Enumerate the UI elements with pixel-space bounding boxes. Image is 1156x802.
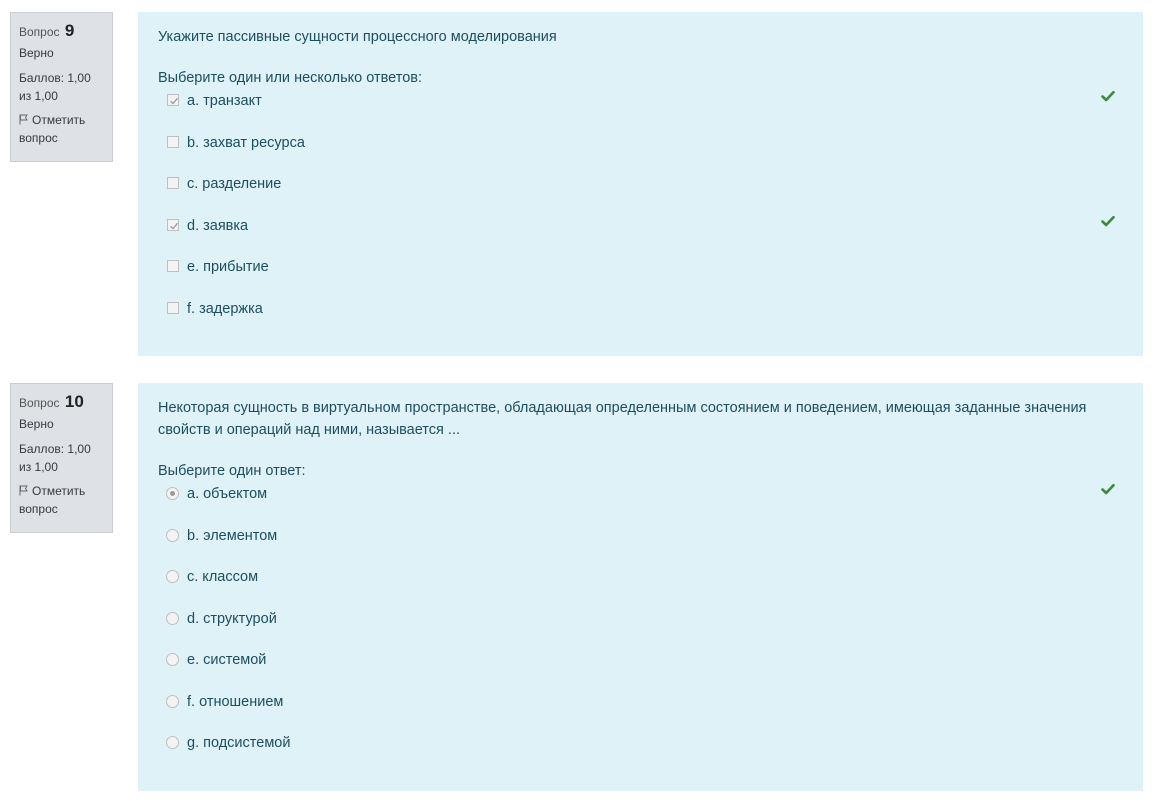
checkbox-checked[interactable] <box>167 218 179 231</box>
answer-label: e. прибытие <box>187 259 269 275</box>
question-state: Верно <box>19 46 54 60</box>
answer-option-checkbox[interactable]: e. прибытие <box>158 258 1123 300</box>
answer-label: f. отношением <box>187 693 284 710</box>
answer-label: c. разделение <box>187 176 282 192</box>
answer-option-checkbox[interactable]: f. задержка <box>158 300 1123 342</box>
radio-selected[interactable] <box>166 487 179 500</box>
flag-question-link[interactable]: Отметить вопрос <box>19 482 104 518</box>
answer-label: a. транзакт <box>187 93 262 109</box>
answer-option-radio[interactable]: d. структурой <box>158 610 1123 652</box>
flag-question-link[interactable]: Отметить вопрос <box>19 111 104 147</box>
check-icon <box>1101 214 1115 228</box>
answer-option-radio[interactable]: e. системой <box>158 651 1123 693</box>
question-info: Вопрос 9 Верно Баллов: 1,00 из 1,00 Отме… <box>10 12 113 162</box>
answer-label: f. задержка <box>187 300 263 317</box>
radio[interactable] <box>166 611 179 625</box>
checkbox-checked[interactable] <box>167 94 179 106</box>
check-icon <box>1101 89 1115 103</box>
answer-option-radio[interactable]: a. объектом <box>158 482 1123 527</box>
question-grade: Баллов: 1,00 из 1,00 <box>19 442 91 474</box>
answer-option-radio[interactable]: f. отношением <box>158 693 1123 735</box>
question-number: Вопрос 9 <box>19 21 75 40</box>
answer-option-radio[interactable]: b. элементом <box>158 527 1123 569</box>
checkbox[interactable] <box>167 260 179 272</box>
radio[interactable] <box>166 528 179 542</box>
answer-label: d. заявка <box>187 217 249 234</box>
radio[interactable] <box>166 653 179 666</box>
answer-label: d. структурой <box>187 610 277 627</box>
check-icon <box>1101 482 1115 496</box>
checkbox[interactable] <box>167 177 179 189</box>
answer-option-radio[interactable]: g. подсистемой <box>158 734 1123 776</box>
question-content: Укажите пассивные сущности процессного м… <box>138 12 1143 356</box>
radio[interactable] <box>166 694 179 708</box>
answer-list: a. транзакт b. захват ресурса c. разделени… <box>158 89 1123 342</box>
flag-icon <box>19 112 29 125</box>
question-number: Вопрос 10 <box>19 392 84 411</box>
flag-icon <box>19 483 29 496</box>
answer-option-checkbox[interactable]: d. заявка <box>158 214 1123 259</box>
answer-option-radio[interactable]: c. классом <box>158 568 1123 610</box>
question-grade: Баллов: 1,00 из 1,00 <box>19 71 91 103</box>
radio[interactable] <box>166 736 179 749</box>
question-text: Укажите пассивные сущности процессного м… <box>158 29 557 45</box>
answer-prompt: Выберите один ответ: <box>158 463 306 479</box>
question-info: Вопрос 10 Верно Баллов: 1,00 из 1,00 Отм… <box>10 383 113 533</box>
question-text: Некоторая сущность в виртуальном простра… <box>158 400 1087 438</box>
checkbox[interactable] <box>167 135 179 148</box>
question-content: Некоторая сущность в виртуальном простра… <box>138 383 1143 791</box>
answer-label: b. элементом <box>187 527 278 544</box>
answer-option-checkbox[interactable]: b. захват ресурса <box>158 134 1123 176</box>
answer-option-checkbox[interactable]: c. разделение <box>158 175 1123 217</box>
answer-label: e. системой <box>187 652 267 668</box>
answer-list: a. объектом b. элементом c. классом d. стру… <box>158 482 1123 776</box>
answer-option-checkbox[interactable]: a. транзакт <box>158 89 1123 134</box>
radio[interactable] <box>166 570 179 583</box>
answer-prompt: Выберите один или несколько ответов: <box>158 70 423 86</box>
answer-label: a. объектом <box>187 486 268 502</box>
answer-label: b. захват ресурса <box>187 134 305 151</box>
answer-label: g. подсистемой <box>187 735 291 751</box>
answer-label: c. классом <box>187 569 259 585</box>
question-state: Верно <box>19 417 54 431</box>
checkbox[interactable] <box>167 301 179 314</box>
